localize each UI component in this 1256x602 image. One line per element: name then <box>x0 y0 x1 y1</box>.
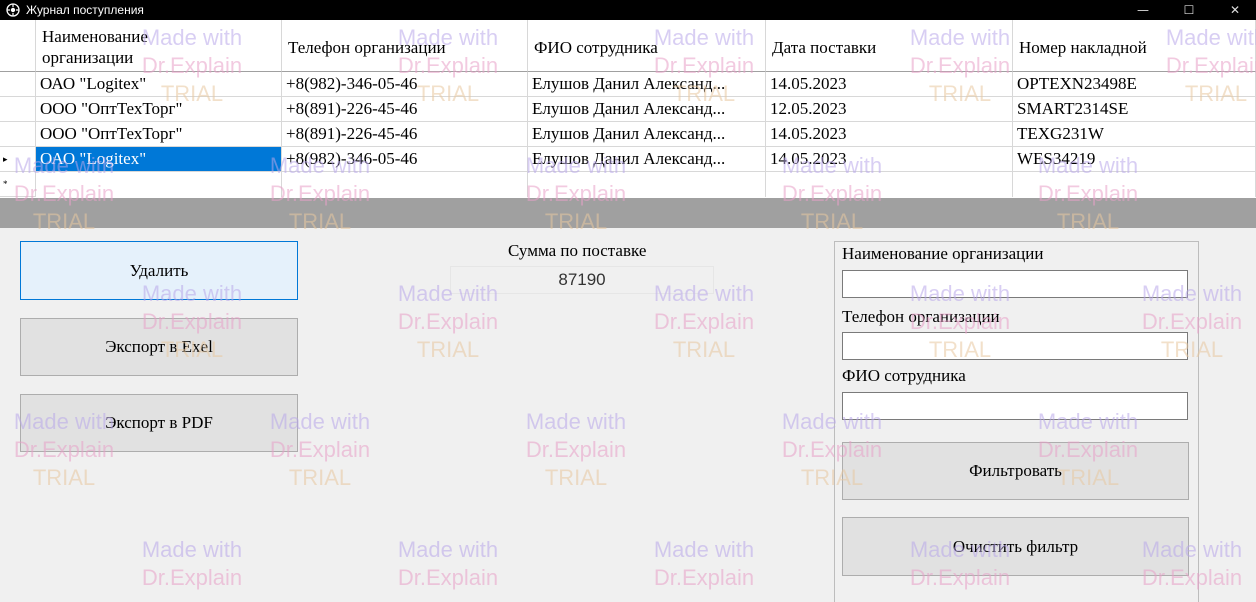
grid-scroll-area <box>0 198 1256 228</box>
title-bar: Журнал поступления — ☐ ✕ <box>0 0 1256 20</box>
sum-label: Сумма по поставке <box>508 241 647 260</box>
watermark-line: Dr.Explain <box>525 437 627 462</box>
watermark-line: Dr.Explain <box>141 565 243 590</box>
cell-invoice[interactable]: TEXG231W <box>1013 122 1256 147</box>
export-pdf-button[interactable]: Экспорт в PDF <box>20 394 298 452</box>
close-button[interactable]: ✕ <box>1212 0 1256 20</box>
column-header-label: Наименование организации <box>42 27 148 67</box>
watermark-line: TRIAL <box>288 465 352 490</box>
watermark: Made with Dr.Explain <box>384 536 512 592</box>
filter-org-input[interactable] <box>842 270 1188 298</box>
watermark: Made with Dr.Explain TRIAL <box>512 408 640 492</box>
cell-date[interactable]: 14.05.2023 <box>766 122 1013 147</box>
table-row[interactable]: ООО "ОптТехТорг" +8(891)-226-45-46 Елушо… <box>0 122 1256 147</box>
watermark-line: Dr.Explain <box>397 309 499 334</box>
cell-invoice[interactable]: OPTEXN23498E <box>1013 72 1256 97</box>
clear-filter-button[interactable]: Очистить фильтр <box>842 517 1189 576</box>
watermark-line: Made with <box>653 537 755 562</box>
filter-employee-label: ФИО сотрудника <box>842 366 966 385</box>
column-header-date[interactable]: Дата поставки <box>766 20 1013 72</box>
cell-invoice[interactable]: SMART2314SE <box>1013 97 1256 122</box>
watermark-line: TRIAL <box>672 337 736 362</box>
watermark-line: Made with <box>397 537 499 562</box>
column-header-label: Дата поставки <box>772 38 877 57</box>
watermark-line: Dr.Explain <box>397 565 499 590</box>
export-excel-button[interactable]: Экспорт в Exel <box>20 318 298 376</box>
cell-phone[interactable]: +8(982)-346-05-46 <box>282 147 528 172</box>
row-header[interactable] <box>0 97 36 122</box>
cell-organization[interactable] <box>36 172 282 197</box>
app-icon <box>6 3 20 17</box>
cell-organization[interactable]: ОАО "Logitex" <box>36 147 282 172</box>
cell-date[interactable] <box>766 172 1013 197</box>
current-row-marker[interactable]: ▸ <box>0 147 36 172</box>
column-header-employee[interactable]: ФИО сотрудника <box>528 20 766 72</box>
maximize-button[interactable]: ☐ <box>1166 0 1212 20</box>
filter-employee-input[interactable] <box>842 392 1188 420</box>
filter-phone-label: Телефон организации <box>842 307 1000 326</box>
header-corner <box>0 20 36 72</box>
delete-button[interactable]: Удалить <box>20 241 298 300</box>
watermark-line: Made with <box>141 537 243 562</box>
cell-date[interactable]: 12.05.2023 <box>766 97 1013 122</box>
cell-employee[interactable]: Елушов Данил Александ... <box>528 97 766 122</box>
cell-employee[interactable]: Елушов Данил Александ... <box>528 122 766 147</box>
cell-phone[interactable]: +8(982)-346-05-46 <box>282 72 528 97</box>
cell-invoice[interactable] <box>1013 172 1256 197</box>
cell-employee[interactable] <box>528 172 766 197</box>
watermark-line: TRIAL <box>32 465 96 490</box>
new-row-marker[interactable]: * <box>0 172 36 197</box>
supply-journal-grid[interactable]: Наименование организации Телефон организ… <box>0 20 1256 198</box>
watermark-line: TRIAL <box>544 465 608 490</box>
cell-organization[interactable]: ООО "ОптТехТорг" <box>36 97 282 122</box>
watermark-line: TRIAL <box>416 337 480 362</box>
column-header-invoice[interactable]: Номер накладной <box>1013 20 1256 72</box>
cell-date[interactable]: 14.05.2023 <box>766 72 1013 97</box>
row-header[interactable] <box>0 72 36 97</box>
cell-phone[interactable]: +8(891)-226-45-46 <box>282 122 528 147</box>
filter-org-label: Наименование организации <box>842 244 1044 263</box>
watermark-line: Made with <box>525 409 627 434</box>
table-row[interactable]: ОАО "Logitex" +8(982)-346-05-46 Елушов Д… <box>0 72 1256 97</box>
table-row[interactable]: ООО "ОптТехТорг" +8(891)-226-45-46 Елушо… <box>0 97 1256 122</box>
column-header-phone[interactable]: Телефон организации <box>282 20 528 72</box>
column-header-label: Телефон организации <box>288 38 446 57</box>
cell-phone[interactable]: +8(891)-226-45-46 <box>282 97 528 122</box>
watermark: Made with Dr.Explain <box>128 536 256 592</box>
column-header-organization[interactable]: Наименование организации <box>36 20 282 72</box>
window-title: Журнал поступления <box>26 3 144 17</box>
watermark: Made with Dr.Explain <box>640 536 768 592</box>
cell-organization[interactable]: ОАО "Logitex" <box>36 72 282 97</box>
cell-organization[interactable]: ООО "ОптТехТорг" <box>36 122 282 147</box>
minimize-button[interactable]: — <box>1120 0 1166 20</box>
cell-date[interactable]: 14.05.2023 <box>766 147 1013 172</box>
watermark-line: Dr.Explain <box>653 565 755 590</box>
cell-phone[interactable] <box>282 172 528 197</box>
filter-phone-input[interactable] <box>842 332 1188 360</box>
column-header-label: Номер накладной <box>1019 38 1147 57</box>
column-header-label: ФИО сотрудника <box>534 38 658 57</box>
cell-invoice[interactable]: WES34219 <box>1013 147 1256 172</box>
table-row-selected[interactable]: ▸ ОАО "Logitex" +8(982)-346-05-46 Елушов… <box>0 147 1256 172</box>
row-header[interactable] <box>0 122 36 147</box>
filter-button[interactable]: Фильтровать <box>842 442 1189 500</box>
cell-employee[interactable]: Елушов Данил Александ... <box>528 147 766 172</box>
sum-value: 87190 <box>450 266 714 294</box>
cell-employee[interactable]: Елушов Данил Александ... <box>528 72 766 97</box>
watermark-line: Dr.Explain <box>653 309 755 334</box>
new-row[interactable]: * <box>0 172 1256 197</box>
